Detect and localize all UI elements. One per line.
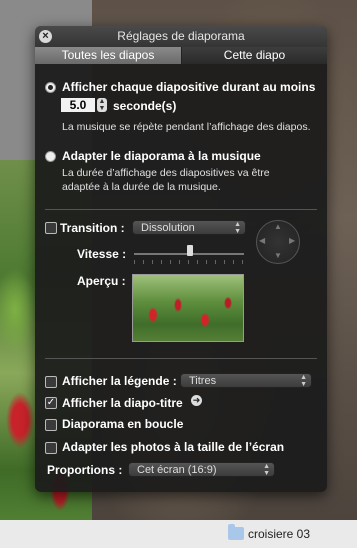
arrow-left-icon[interactable]: ◀	[259, 236, 265, 245]
legend-select[interactable]: Titres ▲ ▼	[180, 373, 312, 388]
tab-this-slide[interactable]: Cette diapo	[182, 47, 327, 64]
radio-show-each-slide[interactable]	[45, 82, 56, 93]
tab-bar: Toutes les diapos Cette diapo	[35, 47, 327, 64]
tab-all-slides[interactable]: Toutes les diapos	[35, 47, 182, 64]
transition-select[interactable]: Dissolution ▲ ▼	[132, 220, 246, 235]
loop-label: Diaporama en boucle	[62, 417, 184, 431]
window-title: Réglages de diaporama	[117, 29, 245, 43]
title-bar[interactable]: × Réglages de diaporama	[35, 26, 327, 47]
arrow-right-icon[interactable]: ▶	[289, 236, 295, 245]
fit-to-music-label: Adapter le diaporama à la musique	[62, 149, 261, 163]
seconds-field[interactable]: 5.0	[61, 98, 95, 112]
chevron-updown-icon: ▲ ▼	[234, 221, 241, 235]
fit-screen-label: Adapter les photos à la taille de l’écra…	[62, 440, 285, 454]
music-repeat-note: La musique se répète pendant l’affichage…	[62, 121, 311, 133]
arrow-down-icon[interactable]: ▼	[274, 251, 282, 260]
proportions-select-value: Cet écran (16:9)	[137, 464, 217, 476]
arrow-up-icon[interactable]: ▲	[274, 222, 282, 231]
speed-slider-ticks	[134, 260, 244, 264]
title-slide-label: Afficher la diapo-titre	[62, 396, 183, 410]
transition-select-value: Dissolution	[141, 222, 195, 234]
transition-checkbox[interactable]	[45, 222, 57, 234]
legend-select-value: Titres	[189, 375, 217, 387]
chevron-updown-icon: ▲ ▼	[300, 374, 307, 388]
legend-checkbox[interactable]	[45, 376, 57, 388]
show-each-slide-label: Afficher chaque diapositive durant au mo…	[62, 80, 316, 94]
loop-checkbox[interactable]	[45, 419, 57, 431]
fit-screen-checkbox[interactable]	[45, 442, 57, 454]
fit-to-music-note: La durée d’affichage des diapositives va…	[62, 167, 270, 193]
speed-slider-knob[interactable]	[187, 245, 193, 256]
folder-icon[interactable]	[228, 524, 244, 540]
radio-fit-to-music[interactable]	[45, 151, 56, 162]
speed-label: Vitesse :	[77, 247, 127, 261]
folder-label[interactable]: croisiere 03	[248, 527, 310, 541]
transition-label: Transition :	[60, 221, 125, 235]
slideshow-settings-panel: × Réglages de diaporama Toutes les diapo…	[35, 26, 327, 492]
transition-preview-image	[132, 274, 244, 342]
arrow-right-circle-icon[interactable]: ➜	[191, 395, 202, 406]
chevron-updown-icon: ▲ ▼	[263, 463, 270, 477]
seconds-unit: seconde(s)	[113, 99, 177, 113]
proportions-select[interactable]: Cet écran (16:9) ▲ ▼	[128, 462, 275, 477]
legend-label: Afficher la légende :	[62, 374, 177, 388]
proportions-label: Proportions :	[47, 463, 123, 477]
seconds-stepper[interactable]: ▲ ▼	[97, 98, 107, 112]
title-slide-checkbox[interactable]: ✓	[45, 397, 57, 409]
separator	[45, 358, 317, 359]
preview-label: Aperçu :	[77, 274, 126, 288]
direction-pad[interactable]: ▲ ▼ ◀ ▶	[256, 220, 300, 264]
separator	[45, 209, 317, 210]
